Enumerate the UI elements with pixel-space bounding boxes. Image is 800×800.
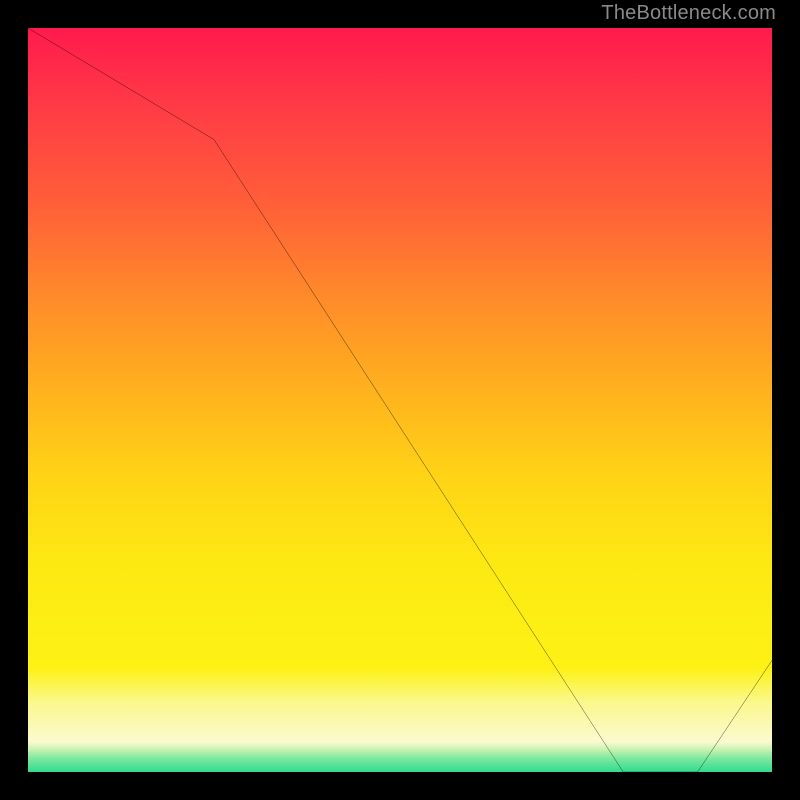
plot-area: [28, 28, 772, 772]
attribution-text: TheBottleneck.com: [601, 2, 776, 25]
chart-root: TheBottleneck.com: [0, 0, 800, 800]
chart-line: [28, 28, 772, 772]
line-plot: [28, 28, 772, 772]
